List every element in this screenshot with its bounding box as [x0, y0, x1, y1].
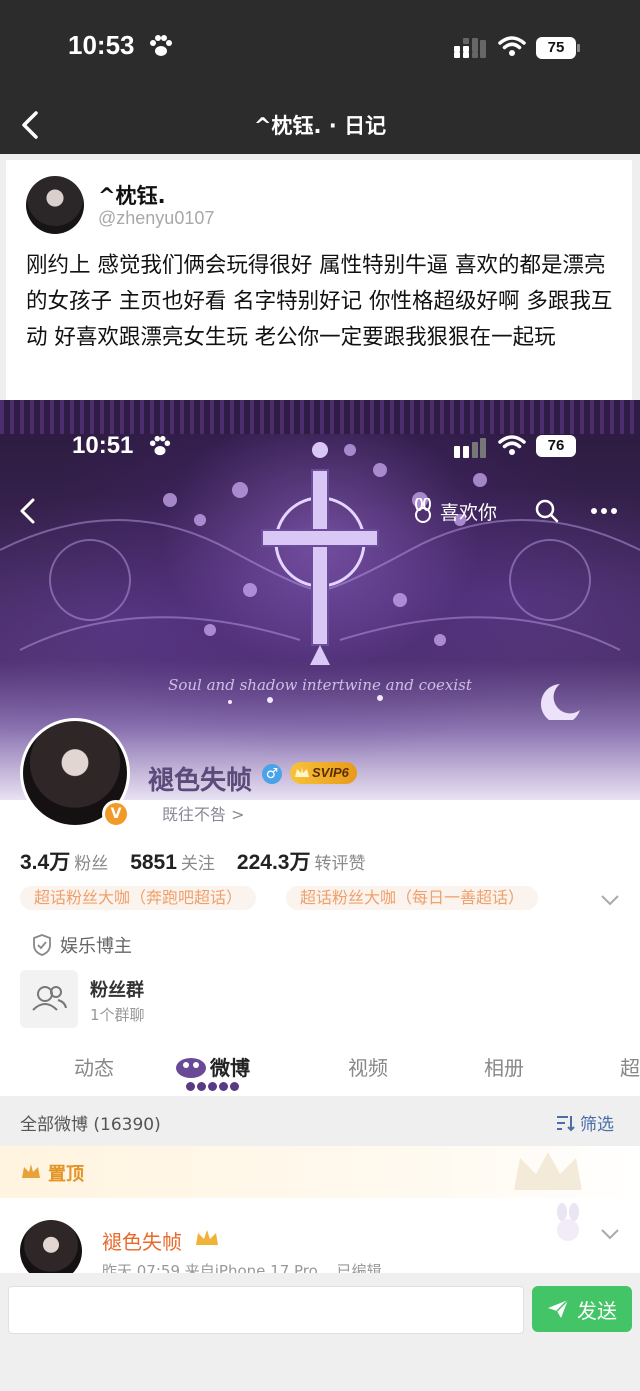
- vip-crown-icon: [196, 1230, 218, 1245]
- svip-label: SVIP6: [312, 765, 349, 780]
- banner-stripe: [0, 400, 640, 434]
- crown-icon: [295, 767, 309, 777]
- paw-icon: [150, 35, 172, 56]
- send-label: 发送: [577, 1298, 617, 1323]
- status-time: 10:53: [68, 30, 135, 60]
- stat-followers[interactable]: 3.4万 粉丝: [20, 846, 108, 876]
- battery-indicator: 76: [536, 435, 576, 457]
- verified-badge: V: [102, 800, 130, 828]
- bunny-decoration-icon: [557, 1203, 579, 1241]
- male-gender-icon: ♂: [262, 764, 282, 784]
- profile-tabs: 动态 微博 视频 相册 超: [0, 1050, 640, 1096]
- author-handle: @zhenyu0107: [98, 208, 215, 228]
- paw-icon: [149, 435, 171, 456]
- stat-label: 关注: [180, 854, 215, 874]
- inner-status-time: 10:51: [72, 432, 134, 459]
- fan-group-title[interactable]: 粉丝群: [90, 976, 144, 1002]
- wifi-icon: [498, 435, 526, 455]
- send-button[interactable]: 发送: [532, 1286, 632, 1332]
- diary-card: ^枕钰. @zhenyu0107 刚约上 感觉我们俩会玩得很好 属性特别牛逼 喜…: [6, 160, 632, 400]
- chevron-down-icon[interactable]: [600, 894, 620, 906]
- battery-indicator: 75: [536, 37, 576, 59]
- author-name[interactable]: ^枕钰.: [98, 180, 166, 210]
- fan-group-subtitle: 1个群聊: [90, 1006, 145, 1024]
- pinned-label: 置顶: [48, 1164, 84, 1185]
- back-arrow-icon[interactable]: [16, 496, 40, 526]
- filter-icon: [557, 1115, 575, 1131]
- tab-supertopic[interactable]: 超: [620, 1052, 640, 1081]
- supertopic-chip[interactable]: 超话粉丝大咖（每日一善超话）: [286, 886, 539, 910]
- stat-value: 5851: [130, 851, 177, 874]
- filter-bar: 全部微博 (16390) 筛选: [0, 1096, 640, 1146]
- crown-icon: [22, 1164, 40, 1178]
- filter-button[interactable]: 筛选: [556, 1110, 614, 1135]
- active-tab-indicator: [186, 1082, 239, 1091]
- tab-album[interactable]: 相册: [484, 1052, 524, 1081]
- post-count: 全部微博 (16390): [20, 1115, 161, 1135]
- comment-input[interactable]: [8, 1286, 524, 1334]
- stat-value: 3.4万: [20, 851, 71, 874]
- stat-value: 224.3万: [236, 851, 311, 874]
- nav-bar: ^枕钰. · 日记: [0, 96, 640, 154]
- group-icon: [32, 986, 67, 1011]
- filter-label: 筛选: [580, 1115, 614, 1135]
- fan-group-icon-box[interactable]: [20, 970, 78, 1028]
- search-icon[interactable]: [534, 498, 560, 524]
- chevron-down-icon[interactable]: [600, 1228, 620, 1240]
- tab-weibo[interactable]: 微博: [210, 1052, 250, 1081]
- stat-label: 转评赞: [314, 854, 366, 874]
- paper-plane-icon: [548, 1299, 569, 1318]
- like-label: 喜欢你: [440, 501, 498, 524]
- verification-row: 娱乐博主: [32, 932, 132, 958]
- tab-activity[interactable]: 动态: [74, 1052, 114, 1081]
- status-bar: 10:53 75: [0, 0, 640, 96]
- verification-label: 娱乐博主: [60, 936, 132, 957]
- stat-engagement[interactable]: 224.3万 转评赞: [237, 846, 366, 876]
- banner-motto: Soul and shadow intertwine and coexist: [168, 676, 472, 694]
- status-pill[interactable]: 既往不咎 >: [148, 800, 259, 830]
- shield-check-icon: [33, 934, 51, 956]
- cellular-signal-icon: [454, 38, 486, 58]
- like-button[interactable]: 喜欢你: [412, 496, 497, 526]
- bunny-icon: [415, 498, 431, 523]
- diary-body: 刚约上 感觉我们俩会玩得很好 属性特别牛逼 喜欢的都是漂亮的女孩子 主页也好看 …: [26, 253, 613, 350]
- wifi-icon: [498, 36, 526, 56]
- mascot-icon: [176, 1058, 206, 1078]
- svip-badge[interactable]: SVIP6: [290, 762, 357, 784]
- battery-tip: [577, 44, 580, 52]
- post-author-name[interactable]: 褪色失帧: [102, 1226, 182, 1255]
- embedded-screenshot[interactable]: Soul and shadow intertwine and coexist 1…: [0, 400, 640, 1273]
- page-title: ^枕钰. · 日记: [253, 114, 387, 138]
- stat-following[interactable]: 5851 关注: [130, 849, 215, 875]
- pinned-bar: 置顶: [0, 1146, 640, 1198]
- stat-label: 粉丝: [74, 854, 109, 874]
- profile-stats: 3.4万 粉丝 5851 关注 224.3万 转评赞: [20, 846, 365, 876]
- tab-video[interactable]: 视频: [348, 1052, 388, 1081]
- more-icon[interactable]: [590, 507, 618, 515]
- cellular-signal-icon: [454, 438, 486, 458]
- pinned-post[interactable]: 褪色失帧 昨天 07:59 来自iPhone 17 Pro... 已编辑: [0, 1198, 640, 1273]
- comment-input-bar: 发送: [0, 1276, 640, 1391]
- profile-name: 褪色失帧: [148, 766, 253, 796]
- post-meta: 昨天 07:59 来自iPhone 17 Pro... 已编辑: [102, 1262, 382, 1273]
- author-avatar[interactable]: [26, 176, 84, 234]
- supertopic-chip[interactable]: 超话粉丝大咖（奔跑吧超话）: [20, 886, 257, 910]
- crown-decoration-icon: [514, 1152, 582, 1190]
- post-avatar[interactable]: [20, 1220, 82, 1273]
- status-text: 既往不咎 >: [162, 805, 245, 824]
